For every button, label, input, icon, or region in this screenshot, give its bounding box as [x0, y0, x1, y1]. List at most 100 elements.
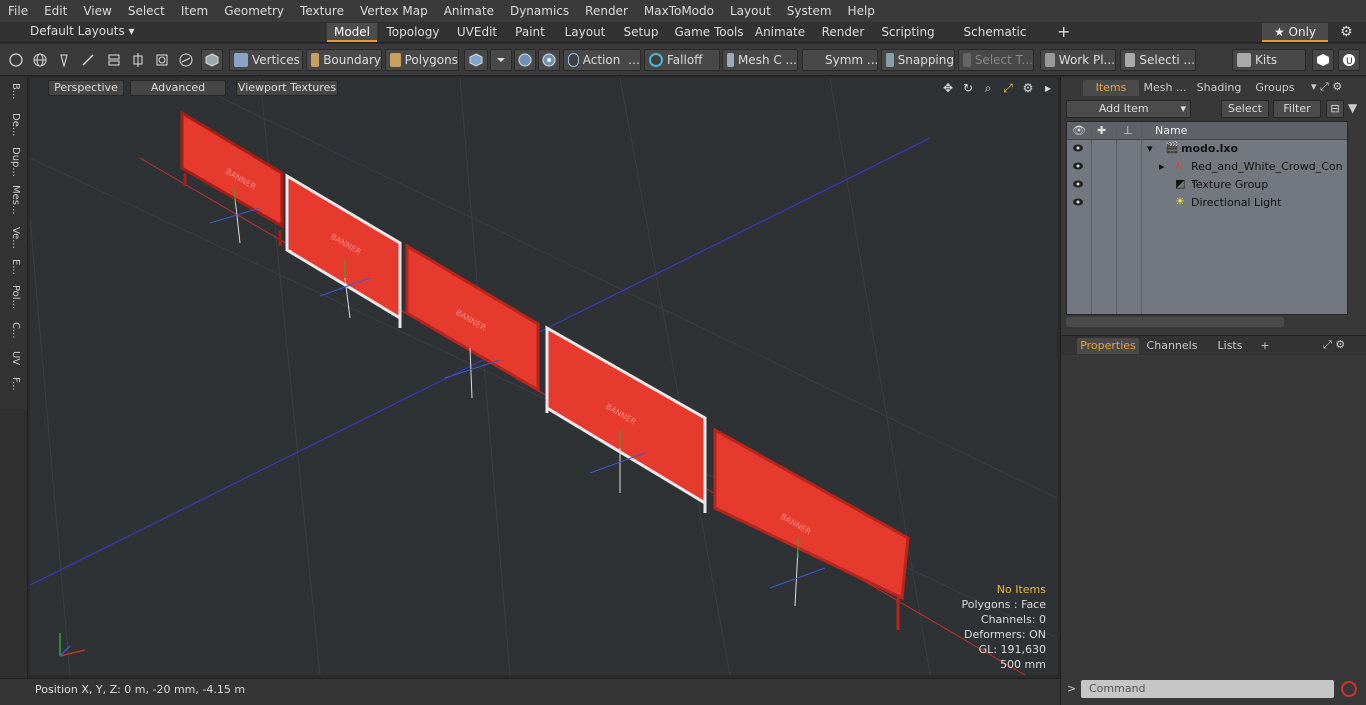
transform-icon[interactable] — [127, 49, 149, 71]
tab-topology[interactable]: Topology — [383, 23, 443, 42]
menu-select[interactable]: Select — [120, 0, 173, 22]
menu-system[interactable]: System — [779, 0, 840, 22]
menu-vertex-map[interactable]: Vertex Map — [352, 0, 436, 22]
globe-icon[interactable] — [29, 49, 51, 71]
gear-pivot-icon[interactable] — [538, 49, 560, 71]
move-view-icon[interactable]: ✥ — [938, 81, 958, 97]
tab-uvedit[interactable]: UVEdit — [452, 23, 502, 42]
menu-texture[interactable]: Texture — [292, 0, 352, 22]
unreal-icon[interactable]: U — [1338, 49, 1360, 71]
symmetry-button[interactable]: Symm ... — [802, 49, 878, 71]
maximize-view-icon[interactable]: ⤢ — [998, 81, 1018, 97]
expand-triangle-icon[interactable]: ▸ — [1159, 160, 1165, 173]
tab-channels[interactable]: Channels — [1141, 338, 1203, 354]
add-tab-icon[interactable]: + — [1057, 22, 1070, 41]
tab-setup[interactable]: Setup — [618, 23, 664, 42]
falloff-button[interactable]: Falloff — [644, 49, 720, 71]
selection-sets-button[interactable]: Selecti ... — [1120, 49, 1196, 71]
menu-item[interactable]: Item — [173, 0, 216, 22]
item-mode-icon[interactable] — [464, 49, 488, 71]
menu-animate[interactable]: Animate — [436, 0, 502, 22]
left-tab-vertex[interactable]: Ve... — [5, 227, 21, 249]
viewport-textures-dropdown[interactable]: Viewport Textures — [236, 80, 338, 96]
boundary-button[interactable]: Boundary — [306, 49, 382, 71]
3d-viewport[interactable]: BANNER BANNER BANNER BANNER BANNER — [30, 78, 1057, 675]
list-item[interactable]: ☀ Directional Light — [1067, 194, 1347, 212]
left-tab-mesh-edit[interactable]: Mes... — [5, 185, 21, 215]
panel-options-icon[interactable]: ▾ ⤢ ⚙ — [1311, 80, 1342, 94]
tab-mesh[interactable]: Mesh ... — [1139, 80, 1191, 96]
pen-icon[interactable] — [53, 49, 75, 71]
tab-animate[interactable]: Animate — [752, 23, 808, 42]
menu-maxtomodo[interactable]: MaxToModo — [636, 0, 722, 22]
tab-items[interactable]: Items — [1083, 80, 1139, 96]
tab-layout[interactable]: Layout — [560, 23, 610, 42]
menu-dynamics[interactable]: Dynamics — [502, 0, 577, 22]
visibility-column-icon[interactable]: 👁 — [1072, 124, 1086, 137]
record-icon[interactable] — [1341, 681, 1357, 697]
list-scrollbar[interactable] — [1066, 317, 1284, 327]
gear-icon[interactable]: ⚙ — [1340, 24, 1353, 40]
left-tab-polygon[interactable]: Pol... — [5, 285, 21, 309]
collapse-icon[interactable]: ⊟ — [1326, 100, 1344, 118]
select-button[interactable]: Select — [1221, 100, 1269, 118]
eye-icon[interactable] — [1072, 197, 1084, 207]
only-toggle[interactable]: ★ Only — [1262, 23, 1328, 42]
tab-lists[interactable]: Lists — [1206, 338, 1254, 354]
left-tab-deform[interactable]: De... — [5, 113, 21, 136]
menu-layout[interactable]: Layout — [722, 0, 779, 22]
tab-schematic-fusion[interactable]: Schematic Fusion — [945, 23, 1045, 58]
tab-paint[interactable]: Paint — [510, 23, 550, 42]
element-icon[interactable] — [151, 49, 173, 71]
panel-options-icon[interactable]: ⤢ ⚙ — [1323, 338, 1345, 352]
menu-edit[interactable]: Edit — [36, 0, 75, 22]
circle-select-icon[interactable] — [5, 49, 27, 71]
eye-icon[interactable] — [1072, 179, 1084, 189]
layers-icon[interactable] — [103, 49, 125, 71]
list-item[interactable]: ▾ 🎬 modo.lxo — [1067, 140, 1347, 158]
left-tab-uv[interactable]: UV — [5, 351, 21, 365]
viewport-settings-icon[interactable]: ⚙ — [1018, 81, 1038, 97]
tab-groups[interactable]: Groups — [1247, 80, 1303, 96]
left-tab-edge[interactable]: E... — [5, 259, 21, 275]
tab-properties[interactable]: Properties — [1077, 338, 1139, 354]
work-plane-button[interactable]: Work Pl... — [1040, 49, 1116, 71]
snapping-button[interactable]: Snapping — [881, 49, 955, 71]
advanced-dropdown[interactable]: Advanced — [130, 80, 226, 96]
action-button[interactable]: Action … — [563, 49, 641, 71]
menu-render[interactable]: Render — [577, 0, 636, 22]
perspective-dropdown[interactable]: Perspective — [48, 80, 124, 96]
cube-icon[interactable] — [201, 49, 223, 71]
filter-icon[interactable]: ▼ — [1348, 101, 1357, 115]
select-through-button[interactable]: Select T... — [958, 49, 1034, 71]
expand-triangle-icon[interactable]: ▾ — [1147, 142, 1153, 155]
name-column-header[interactable]: Name — [1155, 124, 1187, 137]
menu-geometry[interactable]: Geometry — [216, 0, 292, 22]
menu-file[interactable]: File — [0, 0, 36, 22]
type-column-icon[interactable]: ⊥ — [1123, 124, 1133, 137]
tab-game-tools[interactable]: Game Tools — [673, 23, 745, 42]
command-input[interactable]: Command — [1081, 680, 1334, 698]
polygons-button[interactable]: Polygons — [385, 49, 459, 71]
brush-icon[interactable] — [77, 49, 99, 71]
left-tab-fusion[interactable]: F... — [5, 377, 21, 391]
zoom-view-icon[interactable]: ⌕ — [978, 81, 998, 97]
sphere-icon[interactable] — [175, 49, 197, 71]
add-tab-icon[interactable]: + — [1257, 338, 1273, 354]
viewport-menu-icon[interactable]: ▸ — [1038, 81, 1058, 97]
left-tab-basic[interactable]: B... — [5, 83, 21, 99]
left-tab-curve[interactable]: C... — [5, 322, 21, 339]
tab-model[interactable]: Model — [327, 23, 377, 42]
menu-help[interactable]: Help — [840, 0, 883, 22]
chevron-down-icon[interactable] — [490, 49, 512, 71]
tab-scripting[interactable]: Scripting — [878, 23, 938, 42]
unity-icon[interactable] — [1312, 49, 1334, 71]
shield-icon[interactable] — [514, 49, 536, 71]
tab-shading[interactable]: Shading — [1191, 80, 1247, 96]
vertices-button[interactable]: Vertices — [229, 49, 303, 71]
tab-render[interactable]: Render — [816, 23, 870, 42]
eye-icon[interactable] — [1072, 161, 1084, 171]
kits-button[interactable]: Kits — [1232, 49, 1306, 71]
add-item-button[interactable]: Add Item ▾ — [1066, 100, 1191, 118]
menu-view[interactable]: View — [75, 0, 119, 22]
